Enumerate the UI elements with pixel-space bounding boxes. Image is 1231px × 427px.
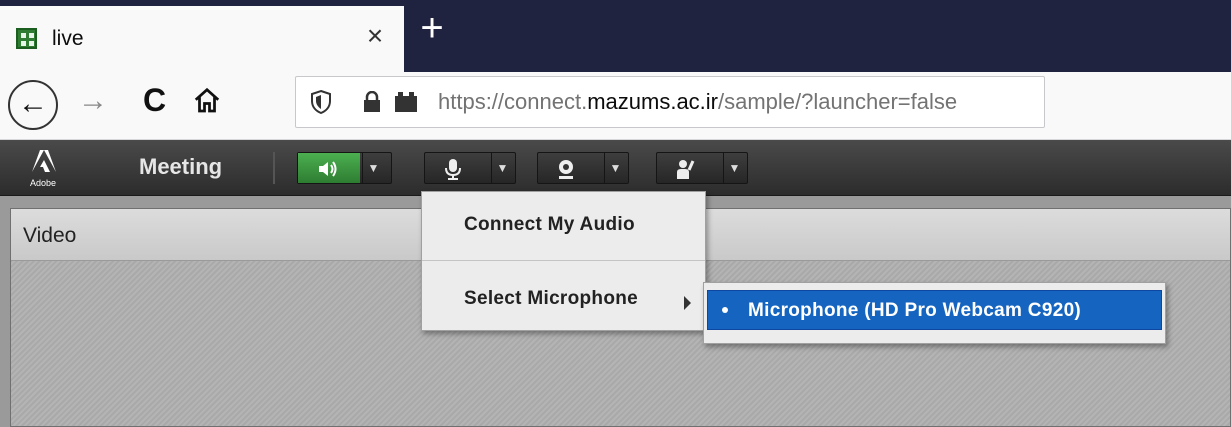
connect-my-audio-label: Connect My Audio xyxy=(464,214,635,235)
connect-my-audio-item[interactable]: Connect My Audio xyxy=(422,194,705,258)
browser-tab[interactable]: live × xyxy=(0,6,404,72)
camera-dropdown-arrow-icon[interactable]: ▼ xyxy=(604,153,626,183)
microphone-submenu: Microphone (HD Pro Webcam C920) xyxy=(703,282,1166,344)
url-domain: mazums.ac.ir xyxy=(587,89,718,114)
select-microphone-label: Select Microphone xyxy=(464,288,639,309)
browser-tabstrip: live × + xyxy=(0,0,1231,72)
camera-button[interactable]: ▼ xyxy=(537,152,629,184)
new-tab-icon[interactable]: + xyxy=(412,8,452,52)
microphone-menu: Connect My Audio Select Microphone xyxy=(421,191,706,331)
microphone-button[interactable]: ▼ xyxy=(424,152,516,184)
webcam-icon xyxy=(559,160,573,179)
url-prefix: https://connect. xyxy=(438,89,588,114)
speaker-dropdown-arrow-icon[interactable]: ▼ xyxy=(362,153,384,183)
submenu-arrow-icon xyxy=(684,296,691,310)
camera-toggle[interactable] xyxy=(538,153,583,183)
microphone-icon xyxy=(445,159,461,180)
tracking-shield-icon[interactable] xyxy=(310,89,332,115)
speaker-toggle[interactable] xyxy=(298,153,360,183)
microphone-toggle[interactable] xyxy=(425,153,470,183)
tab-close-icon[interactable]: × xyxy=(360,20,390,52)
forward-arrow-icon[interactable]: → xyxy=(78,84,108,118)
adobe-logo-text: Adobe xyxy=(30,178,57,188)
selected-bullet-icon xyxy=(722,307,728,313)
home-icon[interactable] xyxy=(192,86,220,113)
raise-hand-icon xyxy=(677,160,695,179)
video-pod-title: Video xyxy=(23,224,77,247)
url-text[interactable]: https://connect.mazums.ac.ir/sample/?lau… xyxy=(438,89,957,115)
raise-hand-button[interactable]: ▼ xyxy=(656,152,748,184)
reader-view-icon[interactable] xyxy=(393,91,419,113)
reload-icon[interactable]: C xyxy=(143,82,166,119)
raise-hand-dropdown-arrow-icon[interactable]: ▼ xyxy=(723,153,745,183)
microphone-option-hd-pro-webcam[interactable]: Microphone (HD Pro Webcam C920) xyxy=(707,290,1162,330)
adobe-connect-favicon-icon xyxy=(16,28,37,49)
select-microphone-item[interactable]: Select Microphone xyxy=(422,268,705,332)
speaker-button[interactable]: ▼ xyxy=(297,152,392,184)
adobe-logo: Adobe xyxy=(30,148,76,192)
connect-toolbar: Adobe Meeting ▼ ▼ ▼ ▼ xyxy=(0,140,1231,196)
lock-icon[interactable] xyxy=(361,90,383,113)
microphone-dropdown-arrow-icon[interactable]: ▼ xyxy=(491,153,513,183)
toolbar-divider xyxy=(273,152,275,184)
browser-navbar: ← → C https://connect.mazums.ac.ir/sampl… xyxy=(0,72,1231,140)
meeting-menu[interactable]: Meeting xyxy=(139,154,222,180)
speaker-icon xyxy=(319,161,337,177)
tab-title: live xyxy=(52,27,84,50)
url-path: /sample/?launcher=false xyxy=(718,89,958,114)
back-arrow-icon[interactable]: ← xyxy=(8,80,58,130)
raise-hand-toggle[interactable] xyxy=(657,153,702,183)
menu-divider xyxy=(422,260,705,261)
url-bar[interactable]: https://connect.mazums.ac.ir/sample/?lau… xyxy=(295,76,1045,128)
microphone-option-label: Microphone (HD Pro Webcam C920) xyxy=(748,300,1082,321)
